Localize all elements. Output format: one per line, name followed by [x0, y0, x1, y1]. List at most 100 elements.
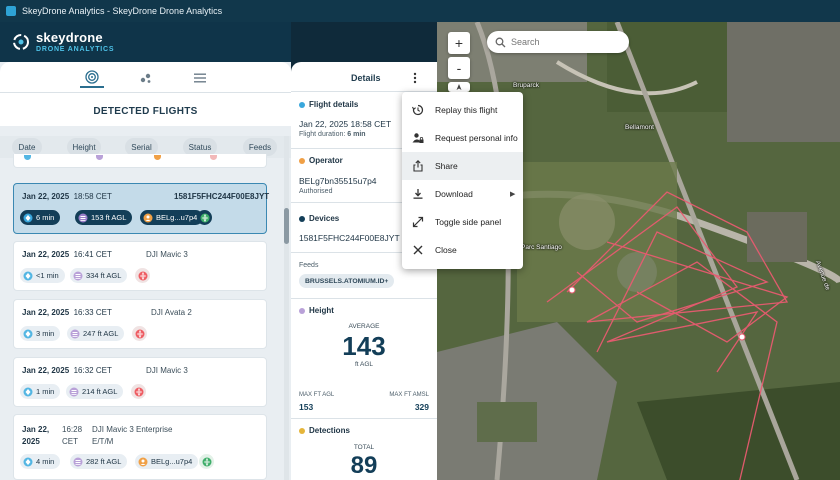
flight-date-time: Jan 22, 2025 18:58 CET — [22, 192, 112, 201]
globe-icon — [134, 387, 143, 396]
drone-icon — [23, 213, 33, 222]
flight-model: DJI Avata 2 — [151, 308, 192, 317]
status-pill — [199, 454, 214, 469]
detections-heading: Detections — [309, 426, 350, 435]
height-pill: 334 ft AGL — [70, 268, 128, 283]
section-dot — [299, 215, 305, 222]
compass-icon — [456, 84, 462, 90]
flight-time: 16:28 CET — [62, 425, 83, 446]
globe-icon — [135, 329, 144, 338]
details-header: Details — [291, 62, 437, 92]
flight-card[interactable]: Jan 22, 2025 16:32 CET DJI Mavic 3 1 min… — [13, 357, 267, 407]
duration-pill: 1 min — [20, 384, 61, 399]
devices-heading: Devices — [309, 214, 340, 223]
flights-title: DETECTED FLIGHTS — [93, 106, 198, 117]
person-icon — [143, 213, 153, 222]
height-pill: 153 ft AGL — [75, 210, 133, 225]
tab-radar[interactable] — [79, 68, 104, 88]
tabs-divider — [0, 92, 291, 93]
menu-item-download[interactable]: Download ▶ — [402, 180, 523, 208]
duration-pill: 4 min — [20, 454, 61, 469]
map-search[interactable] — [487, 31, 629, 53]
height-pill: 247 ft AGL — [67, 326, 125, 341]
menu-item-close[interactable]: Close — [402, 236, 523, 264]
close-icon — [413, 245, 423, 255]
height-marker — [96, 155, 103, 160]
globe-icon — [138, 271, 147, 280]
menu-item-share[interactable]: Share — [402, 152, 523, 180]
details-context-menu: Replay this flight Request personal info… — [402, 92, 523, 269]
section-dot — [299, 101, 305, 108]
operator-status: Authorised — [299, 188, 333, 195]
flight-card[interactable]: Jan 22, 2025 16:28 CET DJI Mavic 3 Enterpr… — [13, 414, 267, 480]
height-pill: 214 ft AGL — [66, 384, 124, 399]
height-icon — [73, 457, 83, 466]
map-label: Parc Santiago — [521, 244, 562, 251]
operator-id: BELg7bn35515u7p4 — [299, 176, 377, 186]
search-input[interactable] — [511, 37, 611, 47]
map-label: Bellamont — [625, 124, 654, 131]
flight-datetime: Jan 22, 2025 18:58 CET — [299, 119, 392, 129]
globe-icon — [200, 213, 209, 222]
drone-icon — [23, 387, 33, 396]
device-serial: 1581F5FHC244F00E8JYT — [299, 233, 400, 243]
duration-pill: 6 min — [20, 210, 61, 225]
brand-subtitle: DRONE ANALYTICS — [36, 46, 115, 53]
menu-item-toggle-panel[interactable]: Toggle side panel — [402, 208, 523, 236]
duration-pill: 3 min — [20, 326, 61, 341]
zoom-out-button[interactable]: - — [448, 57, 470, 79]
radar-icon — [84, 70, 99, 84]
flight-model: DJI Mavic 3 — [146, 366, 188, 375]
flight-model: DJI Mavic 3 Enterprise E/T/M — [92, 425, 173, 446]
history-icon — [412, 104, 424, 116]
status-pill — [132, 326, 147, 341]
flight-card[interactable]: Jan 22, 2025 16:41 CET DJI Mavic 3 <1 mi… — [13, 241, 267, 291]
status-pill — [131, 384, 146, 399]
map-label: Bruparck — [513, 82, 540, 89]
person-lock-icon — [412, 133, 424, 143]
height-pill: 282 ft AGL — [70, 454, 128, 469]
menu-item-request-info[interactable]: Request personal info — [402, 124, 523, 152]
flight-card-partial[interactable] — [13, 154, 267, 168]
globe-icon — [202, 457, 211, 466]
section-dot — [299, 307, 305, 314]
height-average-value: 143 — [342, 331, 386, 361]
app-icon — [6, 6, 16, 16]
menu-lines-icon — [193, 73, 206, 83]
expand-icon — [412, 216, 424, 228]
drone-icon — [23, 457, 33, 466]
flight-details-heading: Flight details — [309, 100, 359, 109]
section-dot — [299, 427, 305, 434]
max-agl-value: 153 — [299, 402, 314, 412]
height-icon — [73, 271, 83, 280]
compass-button[interactable] — [448, 82, 470, 92]
submenu-arrow-icon: ▶ — [510, 191, 516, 198]
zoom-in-button[interactable]: + — [448, 32, 470, 54]
tab-clusters[interactable] — [134, 68, 158, 88]
skeydrone-logo-icon — [13, 34, 29, 50]
operator-pill: BELg...u7p4 — [140, 210, 204, 225]
panel-tabs — [0, 66, 291, 90]
more-vertical-icon[interactable] — [411, 72, 419, 84]
flights-scrollbar[interactable] — [284, 136, 289, 480]
tab-list[interactable] — [188, 68, 212, 88]
detections-total-label: TOTAL — [353, 444, 375, 451]
flight-date-time: Jan 22, 2025 16:41 CET — [22, 250, 112, 259]
flight-date-time: Jan 22, 2025 16:33 CET — [22, 308, 112, 317]
flight-card-selected[interactable]: Jan 22, 2025 18:58 CET 1581F5FHC244F00E8… — [13, 183, 269, 234]
drone-icon — [23, 329, 33, 338]
section-divider — [291, 418, 437, 419]
flight-date-time: Jan 22, 2025 16:32 CET — [22, 366, 112, 375]
flights-panel: DETECTED FLIGHTS Date Height Serial Stat… — [0, 62, 291, 480]
window-title: SkeyDrone Analytics - SkeyDrone Drone An… — [22, 6, 223, 16]
flight-model: DJI Mavic 3 — [146, 250, 188, 259]
section-divider — [291, 298, 437, 299]
person-icon — [138, 457, 148, 466]
flights-scrollbar-thumb[interactable] — [284, 208, 289, 244]
details-title: Details — [351, 73, 381, 83]
flight-card[interactable]: Jan 22, 2025 16:33 CET DJI Avata 2 3 min… — [13, 299, 267, 349]
menu-item-replay[interactable]: Replay this flight — [402, 96, 523, 124]
status-pill — [197, 210, 212, 225]
drone-icon — [23, 271, 33, 280]
max-amsl-label: MAX FT AMSL — [389, 392, 429, 398]
